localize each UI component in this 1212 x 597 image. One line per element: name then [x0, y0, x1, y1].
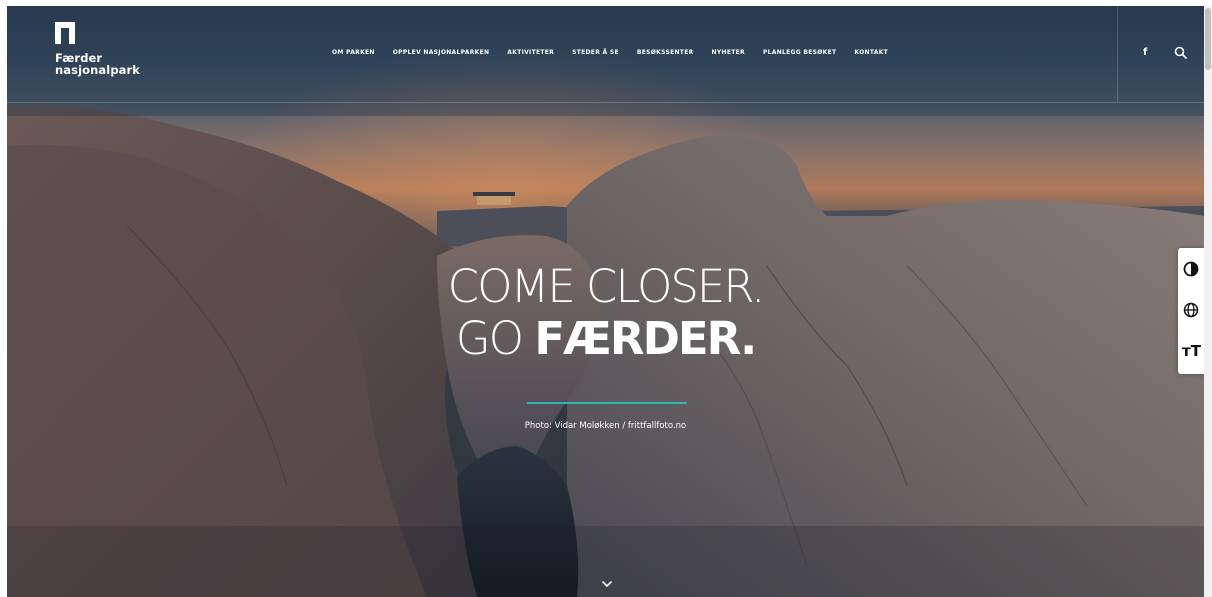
hero-headline-line-2: GO FÆRDER.: [7, 314, 1204, 364]
main-navigation: OM PARKEN OPPLEV NASJONALPARKEN AKTIVITE…: [332, 49, 906, 56]
logo-line-2: nasjonalpark: [55, 63, 141, 77]
nav-item-kontakt[interactable]: KONTAKT: [854, 49, 888, 56]
photo-credit: Photo: Vidar Moløkken / frittfallfoto.no: [524, 421, 687, 431]
chevron-down-icon[interactable]: [601, 580, 613, 588]
accessibility-toolbar: тТ: [1178, 248, 1204, 374]
hero-accent-rule: [527, 402, 687, 404]
scrollbar-thumb[interactable]: [1205, 8, 1211, 70]
nav-item-besokssenter[interactable]: BESØKSSENTER: [637, 49, 694, 56]
nav-item-nyheter[interactable]: NYHETER: [712, 49, 745, 56]
page: Færder nasjonalpark OM PARKEN OPPLEV NAS…: [7, 6, 1204, 597]
hero-headline: COME CLOSER. GO FÆRDER.: [7, 262, 1204, 364]
hero-headline-go: GO: [455, 312, 535, 365]
header-divider: [1117, 6, 1118, 102]
nav-item-aktiviteter[interactable]: AKTIVITETER: [507, 49, 554, 56]
nav-item-steder-a-se[interactable]: STEDER Å SE: [572, 49, 619, 56]
logo-mark-icon: [55, 22, 75, 44]
site-logo[interactable]: Færder nasjonalpark: [55, 22, 140, 76]
facebook-icon[interactable]: f: [1143, 47, 1147, 58]
hero-headline-faerder: FÆRDER.: [534, 312, 757, 365]
site-header: Færder nasjonalpark OM PARKEN OPPLEV NAS…: [7, 6, 1204, 103]
page-scrollbar[interactable]: [1204, 6, 1212, 597]
contrast-icon[interactable]: [1182, 260, 1200, 278]
hero-headline-line-1: COME CLOSER.: [447, 260, 766, 313]
nav-item-om-parken[interactable]: OM PARKEN: [332, 49, 375, 56]
globe-icon[interactable]: [1182, 301, 1200, 319]
nav-item-opplev-nasjonalparken[interactable]: OPPLEV NASJONALPARKEN: [393, 49, 490, 56]
logo-wordmark: Færder nasjonalpark: [55, 52, 140, 76]
text-size-icon[interactable]: тТ: [1182, 342, 1201, 360]
nav-item-planlegg-besoket[interactable]: PLANLEGG BESØKET: [763, 49, 836, 56]
search-icon[interactable]: [1174, 46, 1187, 59]
